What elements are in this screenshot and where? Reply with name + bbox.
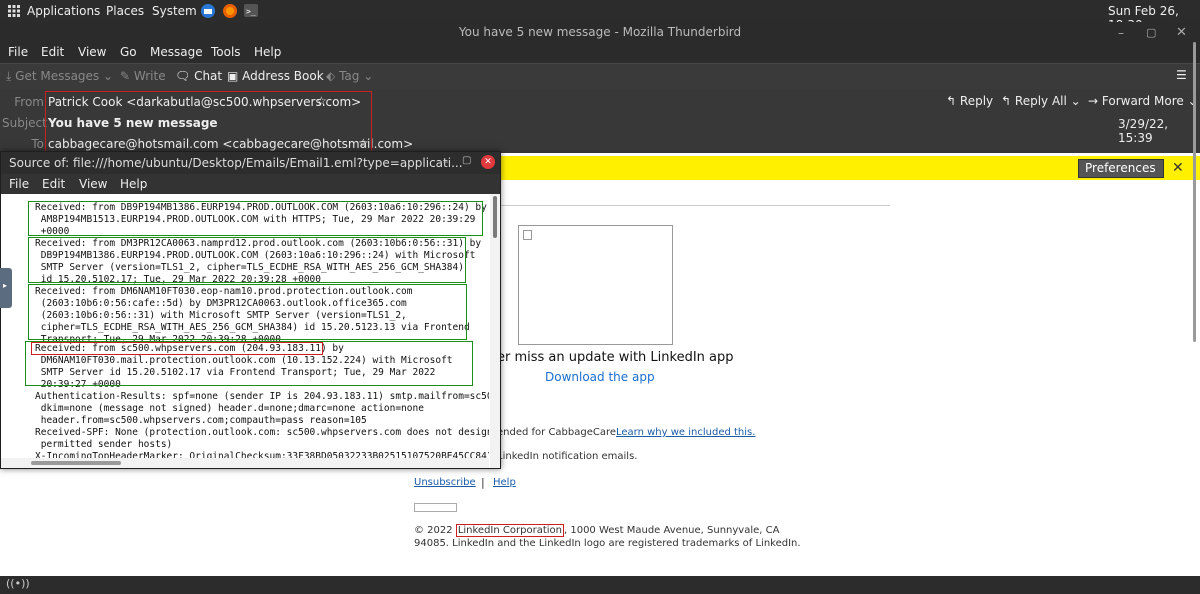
apps-grid-icon[interactable] (8, 5, 20, 17)
reply-all-icon: ↰ (1001, 94, 1012, 108)
message-scrollbar[interactable] (1189, 22, 1200, 582)
download-icon: ⤓ (6, 69, 12, 83)
chevron-right-icon: ▸ (3, 281, 8, 290)
linkedin-corporation-text: LinkedIn Corporation (455, 524, 564, 537)
menu-file[interactable]: File (8, 45, 28, 59)
broken-image-icon (523, 230, 532, 240)
menu-go[interactable]: Go (120, 45, 137, 59)
close-icon[interactable]: ✕ (1172, 160, 1184, 176)
subject-label: Subject (2, 116, 47, 130)
menu-view[interactable]: View (78, 45, 106, 59)
linkedin-logo-placeholder (414, 503, 457, 512)
forward-button[interactable]: → Forward (1088, 94, 1150, 108)
scrollbar-thumb[interactable] (31, 461, 121, 465)
top-panel: Applications Places System >_ Sun Feb 26… (0, 0, 1200, 32)
get-messages-button[interactable]: ⤓ Get Messages ⌄ (6, 69, 113, 84)
address-book-icon: ▣ (227, 69, 239, 83)
reply-icon: ↰ (946, 94, 957, 108)
main-toolbar: ⤓ Get Messages ⌄ ✎ Write 🗨 Chat ▣ Addres… (0, 63, 1200, 89)
source-window-title: Source of: file:///home/ubuntu/Desktop/E… (1, 152, 500, 174)
source-hscrollbar[interactable] (1, 458, 489, 468)
source-scrollbar[interactable] (490, 194, 500, 468)
tag-button[interactable]: ⬖ Tag ⌄ (326, 69, 373, 83)
menu-bar: File Edit View Go Message Tools Help (0, 42, 1200, 63)
download-app-link[interactable]: Download the app (545, 370, 655, 384)
applications-menu[interactable]: Applications (27, 4, 100, 18)
tag-icon: ⬖ (326, 69, 336, 83)
places-menu[interactable]: Places (106, 4, 144, 18)
system-menu[interactable]: System (152, 4, 197, 18)
to-label: To (31, 137, 44, 151)
forward-icon: → (1088, 94, 1099, 108)
notification-text: LinkedIn notification emails. (497, 451, 638, 462)
menu-message[interactable]: Message (150, 45, 203, 59)
scrollbar-thumb[interactable] (1193, 42, 1196, 342)
menu-help[interactable]: Help (254, 45, 281, 59)
svg-text:>_: >_ (246, 7, 256, 16)
source-line: header.from=sc500.whpservers.com;compaut… (35, 415, 367, 426)
reply-all-button[interactable]: ↰ Reply All ⌄ (1001, 94, 1081, 108)
source-window: Source of: file:///home/ubuntu/Desktop/E… (0, 151, 501, 469)
source-menu-view[interactable]: View (79, 177, 107, 191)
app-image-placeholder (518, 225, 673, 345)
scrollbar-thumb[interactable] (493, 196, 497, 238)
close-icon[interactable]: ✕ (481, 155, 495, 169)
minimize-icon[interactable]: – (1118, 26, 1124, 40)
source-menu-help[interactable]: Help (120, 177, 147, 191)
app-promo-text: er miss an update with LinkedIn app (497, 350, 734, 365)
window-title: You have 5 new message - Mozilla Thunder… (0, 22, 1200, 42)
write-button[interactable]: ✎ Write (120, 69, 166, 83)
side-panel-handle[interactable]: ▸ (0, 268, 12, 308)
chevron-down-icon: ⌄ (363, 69, 374, 83)
received-highlight-1 (28, 201, 483, 236)
source-menu-bar: File Edit View Help (1, 174, 500, 194)
source-line: dkim=none (message not signed) header.d=… (35, 403, 424, 414)
received-origin-highlight (31, 342, 323, 355)
chat-icon: 🗨 (175, 69, 191, 83)
message-date: 3/29/22, 15:39 (1118, 117, 1169, 145)
pencil-icon: ✎ (120, 69, 131, 83)
minimize-icon[interactable]: – (443, 155, 449, 168)
chat-button[interactable]: 🗨 Chat (175, 69, 222, 83)
hamburger-menu-icon[interactable]: ☰ (1176, 68, 1187, 82)
divider (496, 205, 890, 206)
firefox-launcher-icon[interactable] (222, 3, 238, 22)
from-label: From (14, 95, 44, 109)
source-line: Authentication-Results: spf=none (sender… (35, 391, 489, 402)
terminal-launcher-icon[interactable]: >_ (244, 4, 258, 20)
menu-edit[interactable]: Edit (41, 45, 64, 59)
source-menu-file[interactable]: File (9, 177, 29, 191)
copyright-line1: © 2022 LinkedIn Corporation, 1000 West M… (414, 524, 780, 537)
reply-button[interactable]: ↰ Reply (946, 94, 993, 108)
close-icon[interactable]: ✕ (1176, 25, 1187, 40)
maximize-icon[interactable]: ▢ (462, 155, 471, 166)
received-highlight-2 (28, 237, 466, 283)
address-book-button[interactable]: ▣ Address Book (227, 69, 324, 83)
link-separator: | (481, 476, 485, 489)
thunderbird-launcher-icon[interactable] (200, 3, 216, 22)
highlight-box-header (45, 91, 372, 152)
received-highlight-3 (28, 284, 467, 340)
chevron-down-icon: ⌄ (1070, 94, 1081, 108)
source-line: Received-SPF: None (protection.outlook.c… (35, 427, 489, 438)
preferences-button[interactable]: Preferences ⌄ (1078, 159, 1164, 192)
maximize-icon[interactable]: ▢ (1146, 26, 1156, 39)
help-link[interactable]: Help (493, 477, 516, 488)
source-menu-edit[interactable]: Edit (42, 177, 65, 191)
learn-why-link[interactable]: Learn why we included this. (616, 427, 755, 438)
status-bar: ((•)) (0, 576, 1200, 594)
wifi-activity-icon: ((•)) (6, 577, 30, 590)
source-text-area[interactable]: Received: from DB9P194MB1386.EURP194.PRO… (1, 194, 489, 468)
menu-tools[interactable]: Tools (211, 45, 241, 59)
source-line: permitted sender hosts) (35, 439, 173, 450)
message-header: From Patrick Cook <darkabutla@sc500.whps… (0, 89, 1200, 153)
chevron-down-icon: ⌄ (103, 69, 114, 83)
unsubscribe-link[interactable]: Unsubscribe (414, 477, 476, 488)
copyright-line2: 94085. LinkedIn and the LinkedIn logo ar… (414, 538, 801, 549)
intended-text: ended for CabbageCare. (497, 427, 620, 438)
